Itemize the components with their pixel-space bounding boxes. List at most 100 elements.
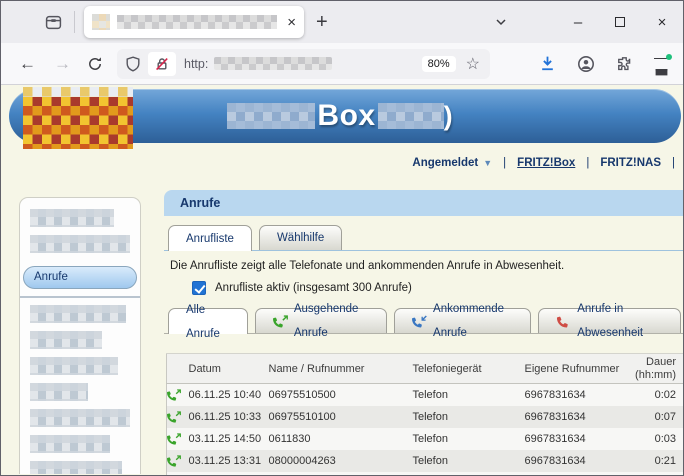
call-number: 06975510100 [269,406,413,428]
nav-link-fritzbox[interactable]: FRITZ!Box [517,157,575,169]
outgoing-call-icon[interactable] [167,389,189,401]
call-duration: 0:02 [624,384,684,406]
banner-title-text: Box [317,99,375,133]
call-filter-tabs: Alle Anrufe Ausgehende Anrufe Ankommende… [164,308,684,334]
call-duration: 0:21 [624,450,684,472]
account-icon[interactable] [577,55,595,73]
call-own-number: 6967831634 [525,384,624,406]
call-duration: 0:03 [624,428,684,450]
browser-tab[interactable]: × [84,6,304,38]
missed-call-icon [556,315,571,328]
downloads-icon[interactable] [539,55,556,72]
call-device: Telefon [413,450,525,472]
outgoing-call-icon[interactable] [167,455,189,467]
incoming-call-icon [412,315,427,328]
filter-tab-ausgehende[interactable]: Ausgehende Anrufe [255,308,387,333]
sidebar-item-redacted [30,409,130,427]
calllist-active-row: Anrufliste aktiv (insgesamt 300 Anrufe) [192,281,684,295]
table-row: 03.11.25 14:50 0611830 Telefon 696783163… [167,428,684,450]
call-own-number: 6967831634 [525,428,624,450]
logged-in-menu[interactable]: Angemeldet ▼ [412,157,492,169]
menu-hamburger-icon[interactable] [654,58,669,69]
call-device [413,472,525,476]
tab-anrufliste[interactable]: Anrufliste [168,225,252,251]
column-name-rufnummer: Name / Rufnummer [269,354,413,384]
call-number: 06975510500 [269,384,413,406]
zoom-level-badge[interactable]: 80% [422,56,456,72]
call-duration [624,472,684,476]
table-header-row: Datum Name / Rufnummer Telefoniegerät Ei… [167,354,684,384]
tab-close-icon[interactable]: × [287,15,296,30]
outgoing-call-icon[interactable] [167,433,189,445]
sidebar-item-redacted [30,235,130,253]
url-bar[interactable]: http: 80% ☆ [117,49,490,79]
dauer-line2: (hh:mm) [624,369,677,382]
nav-separator: | [586,157,589,169]
list-tabs-chevron-icon[interactable] [493,14,509,30]
filter-tab-label: Anrufe in Abwesenheit [577,297,663,345]
chevron-down-icon: ▼ [483,158,492,168]
close-window-button[interactable]: × [641,1,683,43]
banner-title-redacted-left [227,103,315,129]
insecure-lock-icon[interactable] [148,52,176,76]
call-number: 08000004263 [269,450,413,472]
tab-favicon-redacted [92,14,110,30]
tab-waehlhilfe[interactable]: Wählhilfe [259,225,342,250]
call-number [269,472,413,476]
main-panel: Anrufe Anrufliste Wählhilfe Die Anruflis… [164,190,684,474]
table-row: 06.11.25 10:40 06975510500 Telefon 69678… [167,384,684,406]
maximize-button[interactable] [599,1,641,43]
extensions-puzzle-icon[interactable] [616,55,633,72]
column-datum: Datum [189,354,269,384]
sidebar-item-anrufe[interactable]: Anrufe [23,266,137,289]
banner-title-redacted-right [378,103,444,129]
sidebar-item-redacted [30,357,118,375]
call-date [189,472,269,476]
sidebar-item-redacted [30,383,88,401]
column-dauer: Dauer (hh:mm) [624,354,684,384]
sidebar-item-redacted [30,461,122,474]
banner-title-suffix: ) [444,101,453,132]
filter-tab-abwesenheit[interactable]: Anrufe in Abwesenheit [538,308,681,333]
shield-icon[interactable] [125,56,141,72]
call-date: 06.11.25 10:33 [189,406,269,428]
table-row: 03.11.25 13:31 08000004263 Telefon 69678… [167,450,684,472]
nav-link-fritznas[interactable]: FRITZ!NAS [600,157,661,169]
browser-toolbar: ← → http: 80% ☆ [1,43,683,85]
back-icon[interactable]: ← [19,54,36,74]
minimize-button[interactable]: – [557,1,599,43]
tab-bar: × + – × [1,1,683,43]
calls-description: Die Anrufliste zeigt alle Telefonate und… [170,260,684,272]
firefox-view-icon[interactable] [45,14,62,31]
sidebar-item-redacted [30,209,114,227]
call-number: 0611830 [269,428,413,450]
main-tabs: Anrufliste Wählhilfe [164,225,684,251]
session-nav: Angemeldet ▼ | FRITZ!Box | FRITZ!NAS | [412,157,675,169]
table-row-partial [167,472,684,476]
filter-tab-label: Alle Anrufe [186,298,230,346]
call-duration: 0:07 [624,406,684,428]
filter-tab-label: Ausgehende Anrufe [294,297,369,345]
filter-tab-alle-anrufe[interactable]: Alle Anrufe [168,308,248,334]
page-title: Anrufe [164,190,684,216]
reload-icon[interactable] [87,56,103,72]
column-icon [167,354,189,384]
sidebar-divider [20,296,140,298]
tab-separator [74,11,75,33]
banner-title: Box ) [227,99,452,133]
calllist-active-checkbox[interactable] [192,281,206,295]
outgoing-call-icon[interactable] [167,411,189,423]
filter-tab-ankommende[interactable]: Ankommende Anrufe [394,308,531,333]
new-tab-button[interactable]: + [316,11,328,34]
nav-separator: | [672,157,675,169]
call-own-number: 6967831634 [525,406,624,428]
sidebar-item-redacted [30,305,126,323]
column-telefoniegeraet: Telefoniegerät [413,354,525,384]
sidebar-item-redacted [30,435,110,453]
table-row: 06.11.25 10:33 06975510100 Telefon 69678… [167,406,684,428]
forward-icon[interactable]: → [54,54,71,74]
logged-in-label: Angemeldet [412,157,478,169]
call-device: Telefon [413,406,525,428]
column-eigene-rufnummer: Eigene Rufnummer [525,354,624,384]
bookmark-star-icon[interactable]: ☆ [466,54,480,74]
